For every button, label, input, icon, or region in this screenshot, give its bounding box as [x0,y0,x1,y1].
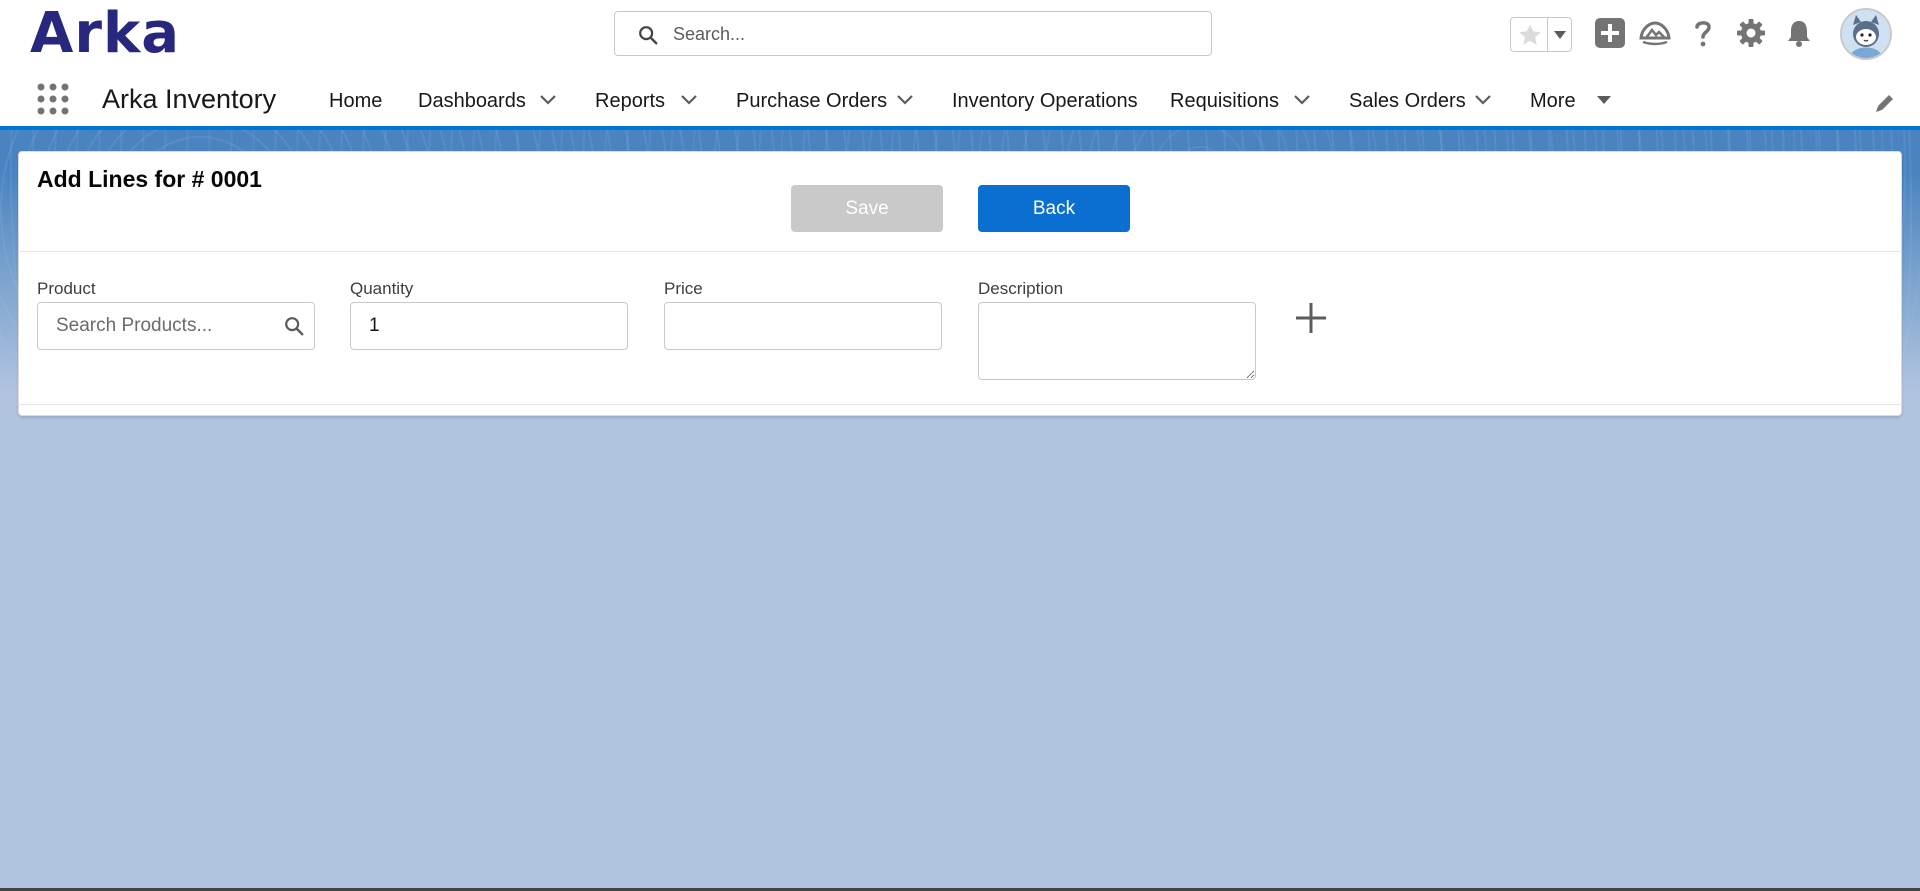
product-search-input[interactable] [37,302,315,350]
add-line-icon[interactable] [1293,300,1329,336]
page-title: Add Lines for # 0001 [37,166,262,192]
chevron-down-icon[interactable] [1549,18,1571,51]
product-lookup[interactable] [37,302,315,350]
save-button[interactable]: Save [791,185,943,232]
caret-down-icon[interactable] [1594,93,1614,107]
price-label: Price [664,279,703,298]
footer-divider [19,404,1901,405]
chevron-down-icon[interactable] [1292,93,1312,107]
trailhead-icon[interactable] [1638,16,1672,50]
nav-item-dashboards[interactable]: Dashboards [418,70,526,126]
quantity-label: Quantity [350,279,414,298]
astro-avatar-icon [1842,10,1890,58]
chevron-down-icon[interactable] [895,93,915,107]
chevron-down-icon[interactable] [1473,93,1493,107]
nav-item-sales-orders[interactable]: Sales Orders [1349,70,1466,126]
search-icon[interactable] [283,315,305,337]
add-lines-card: Add Lines for # 0001 Save Back Product Q… [18,151,1902,416]
description-label: Description [978,279,1064,298]
global-search-input[interactable] [671,12,1195,57]
product-label: Product [37,279,96,298]
price-input[interactable] [664,302,942,350]
chevron-down-icon[interactable] [679,93,699,107]
global-header: Arka [0,0,1920,70]
bell-icon[interactable] [1782,16,1816,50]
description-textarea[interactable] [978,302,1256,380]
star-icon[interactable] [1515,20,1545,50]
nav-item-more[interactable]: More [1530,70,1576,126]
nav-item-home[interactable]: Home [329,70,382,126]
arka-logo[interactable]: Arka [30,2,180,66]
global-search[interactable] [614,11,1212,57]
app-name: Arka Inventory [102,84,277,114]
add-icon[interactable] [1593,16,1627,50]
edit-nav-icon[interactable] [1874,92,1896,114]
nav-item-reports[interactable]: Reports [595,70,665,126]
nav-item-inventory-operations[interactable]: Inventory Operations [952,70,1138,126]
app-navigation: Arka Inventory Home Dashboards Reports P… [0,70,1920,130]
avatar[interactable] [1840,8,1892,60]
help-icon[interactable] [1686,16,1720,50]
favorites-divider [1547,18,1548,51]
favorites-group [1510,17,1572,52]
nav-item-purchase-orders[interactable]: Purchase Orders [736,70,887,126]
back-button[interactable]: Back [978,185,1130,232]
search-icon [639,26,658,45]
chevron-down-icon[interactable] [538,93,558,107]
gear-icon[interactable] [1734,16,1768,50]
header-divider [19,251,1901,252]
nav-item-requisitions[interactable]: Requisitions [1170,70,1279,126]
quantity-input[interactable] [350,302,628,350]
app-launcher-icon[interactable] [36,82,70,116]
